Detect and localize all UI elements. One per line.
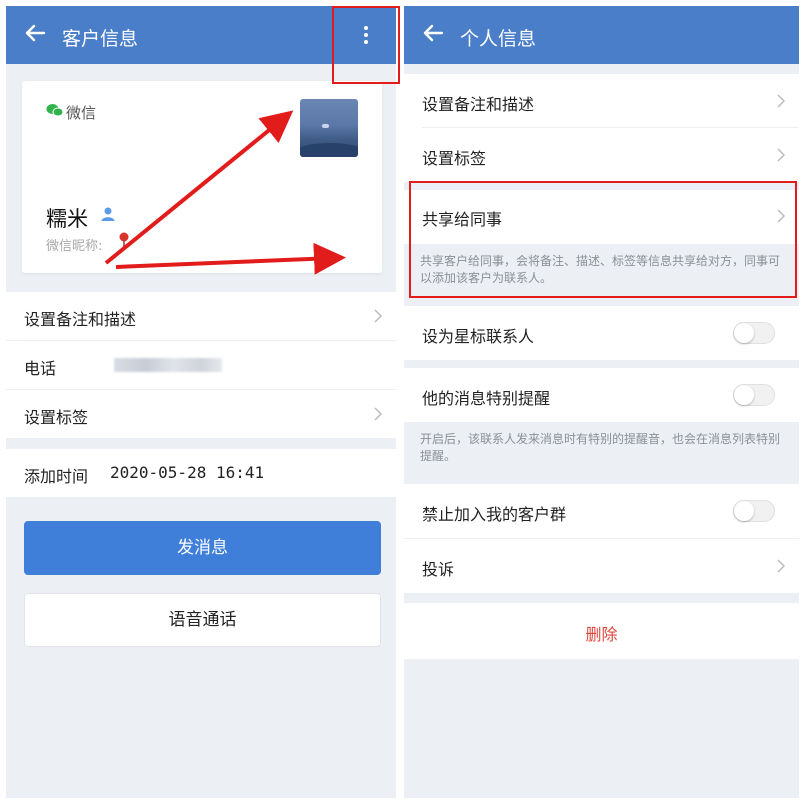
phone-number-redacted bbox=[114, 358, 222, 372]
special-alert-row: 他的消息特别提醒 bbox=[404, 368, 799, 422]
personal-info-header: 个人信息 bbox=[404, 6, 799, 64]
share-note: 共享客户给同事，会将备注、描述、标签等信息共享给对方，同事可以添加该客户为联系人… bbox=[404, 244, 799, 298]
remark-row[interactable]: 设置备注和描述 bbox=[404, 74, 799, 128]
delete-button[interactable]: 删除 bbox=[404, 603, 799, 659]
block-group-toggle[interactable] bbox=[733, 500, 775, 522]
star-toggle[interactable] bbox=[733, 322, 775, 344]
avatar[interactable] bbox=[300, 99, 358, 157]
tags-row[interactable]: 设置标签 bbox=[404, 128, 799, 182]
share-to-colleague-row[interactable]: 共享给同事 bbox=[404, 190, 799, 244]
remark-label: 设置备注和描述 bbox=[24, 310, 137, 329]
chevron-right-icon bbox=[374, 309, 382, 323]
chevron-right-icon bbox=[374, 407, 382, 421]
voice-call-button[interactable]: 语音通话 bbox=[24, 593, 381, 647]
remark-row[interactable]: 设置备注和描述 bbox=[6, 292, 396, 340]
added-time-label: 添加时间 bbox=[24, 467, 89, 486]
personal-info-screen: 个人信息 设置备注和描述 设置标签 共享给同事 共享客户给同事，会将备注、描述、… bbox=[404, 6, 799, 798]
alert-note: 开启后，该联系人发来消息时有特别的提醒音，也会在消息列表特别提醒。 bbox=[404, 422, 799, 484]
nickname-label: 微信昵称: bbox=[46, 239, 103, 254]
block-group-row: 禁止加入我的客户群 bbox=[404, 484, 799, 538]
alert-toggle[interactable] bbox=[733, 384, 775, 406]
star-label: 设为星标联系人 bbox=[422, 327, 535, 346]
arrow-left-icon[interactable] bbox=[20, 18, 50, 48]
person-icon bbox=[101, 207, 115, 221]
page-title: 客户信息 bbox=[62, 28, 139, 50]
wechat-icon bbox=[46, 104, 64, 117]
alert-label: 他的消息特别提醒 bbox=[422, 389, 551, 408]
location-pin-icon bbox=[119, 232, 129, 249]
profile-card: 微信 糯米 微信昵称: bbox=[22, 81, 382, 273]
tags-label: 设置标签 bbox=[422, 149, 487, 168]
added-time-row: 添加时间 2020-05-28 16:41 bbox=[6, 449, 396, 497]
arrow-left-icon[interactable] bbox=[418, 18, 448, 48]
star-contact-row: 设为星标联系人 bbox=[404, 306, 799, 360]
added-time-value: 2020-05-28 16:41 bbox=[110, 463, 265, 482]
customer-info-header: 客户信息 bbox=[6, 6, 396, 64]
share-label: 共享给同事 bbox=[422, 210, 503, 229]
remark-label: 设置备注和描述 bbox=[422, 95, 535, 114]
delete-label: 删除 bbox=[585, 625, 618, 644]
customer-name: 糯米 bbox=[46, 207, 88, 231]
chevron-right-icon bbox=[777, 148, 785, 162]
customer-info-screen: 客户信息 微信 糯米 微信昵称: 设置备注和描述 电话 设置标签 添加时间 20… bbox=[6, 6, 396, 798]
tags-label: 设置标签 bbox=[24, 408, 89, 427]
chevron-right-icon bbox=[777, 559, 785, 573]
chevron-right-icon bbox=[777, 94, 785, 108]
block-group-label: 禁止加入我的客户群 bbox=[422, 505, 567, 524]
chevron-right-icon bbox=[777, 209, 785, 223]
send-message-button[interactable]: 发消息 bbox=[24, 521, 381, 575]
tags-row[interactable]: 设置标签 bbox=[6, 390, 396, 438]
complain-row[interactable]: 投诉 bbox=[404, 539, 799, 593]
phone-label: 电话 bbox=[24, 359, 57, 378]
phone-row[interactable]: 电话 bbox=[6, 341, 396, 389]
page-title: 个人信息 bbox=[460, 28, 537, 50]
complain-label: 投诉 bbox=[422, 560, 455, 579]
more-vertical-icon[interactable] bbox=[356, 20, 376, 50]
